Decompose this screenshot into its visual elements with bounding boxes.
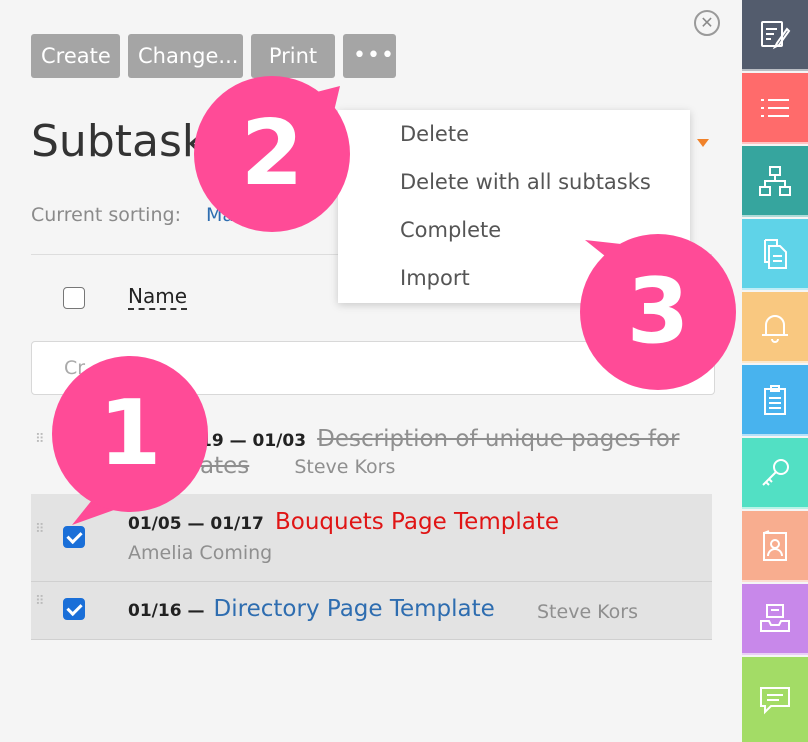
sidebar-item-list[interactable] — [742, 73, 808, 144]
sorting-label: Current sorting: — [31, 204, 181, 226]
sidebar-item-chat[interactable] — [742, 657, 808, 742]
task-name-link[interactable]: Directory Page Template — [214, 596, 495, 622]
task-name-link[interactable]: Bouquets Page Template — [275, 509, 559, 535]
print-button[interactable]: Print — [251, 34, 335, 78]
sort-caret-icon[interactable] — [697, 139, 709, 147]
task-name-link[interactable]: Description of unique pages for — [317, 426, 679, 452]
sidebar-item-inbox[interactable] — [742, 584, 808, 655]
table-row[interactable]: ⠿ 01/16 — Directory Page Template Steve … — [31, 582, 712, 640]
contact-card-icon — [763, 529, 787, 561]
menu-item-delete[interactable]: Delete — [400, 122, 469, 146]
callout-badge-3: 3 — [580, 234, 736, 390]
task-assignee[interactable]: Steve Kors — [537, 601, 638, 623]
hierarchy-icon — [759, 165, 791, 196]
sidebar-item-edit[interactable] — [742, 0, 808, 71]
menu-item-import[interactable]: Import — [400, 266, 470, 290]
inbox-tray-icon — [760, 603, 790, 632]
row-checkbox[interactable] — [63, 526, 85, 548]
close-icon[interactable]: ✕ — [694, 10, 720, 36]
toolbar: Create Change... Print ••• — [31, 34, 396, 78]
sidebar-item-access[interactable] — [742, 438, 808, 509]
task-assignee[interactable]: Steve Kors — [294, 456, 395, 478]
edit-icon — [761, 20, 791, 49]
clipboard-icon — [764, 384, 786, 415]
more-actions-button[interactable]: ••• — [343, 34, 396, 78]
task-assignee[interactable]: Amelia Coming — [128, 542, 272, 564]
chat-icon — [760, 686, 790, 714]
row-checkbox[interactable] — [63, 598, 85, 620]
right-sidebar — [742, 0, 808, 742]
documents-icon — [764, 238, 787, 269]
sidebar-item-documents[interactable] — [742, 219, 808, 290]
task-dates: 19 — 01/03 — [200, 431, 307, 451]
drag-handle-icon[interactable]: ⠿ — [35, 433, 47, 460]
sidebar-item-notifications[interactable] — [742, 292, 808, 363]
task-dates: 01/16 — — [128, 601, 205, 621]
bell-icon — [762, 314, 788, 343]
name-column-header[interactable]: Name — [128, 284, 188, 310]
create-button[interactable]: Create — [31, 34, 120, 78]
select-all-checkbox[interactable] — [63, 287, 85, 309]
key-icon — [762, 458, 789, 486]
task-dates: 01/05 — 01/17 — [128, 514, 264, 534]
sidebar-item-clipboard[interactable] — [742, 365, 808, 436]
drag-handle-icon[interactable]: ⠿ — [35, 595, 47, 622]
callout-badge-1: 1 — [52, 356, 208, 512]
task-name-continuation[interactable]: ates — [200, 453, 249, 479]
drag-handle-icon[interactable]: ⠿ — [35, 523, 47, 550]
menu-item-delete-with-subtasks[interactable]: Delete with all subtasks — [400, 170, 651, 194]
sidebar-item-hierarchy[interactable] — [742, 146, 808, 217]
change-button[interactable]: Change... — [128, 34, 243, 78]
list-icon — [761, 98, 789, 117]
menu-item-complete[interactable]: Complete — [400, 218, 501, 242]
sidebar-item-contacts[interactable] — [742, 511, 808, 582]
callout-badge-2: 2 — [194, 76, 350, 232]
